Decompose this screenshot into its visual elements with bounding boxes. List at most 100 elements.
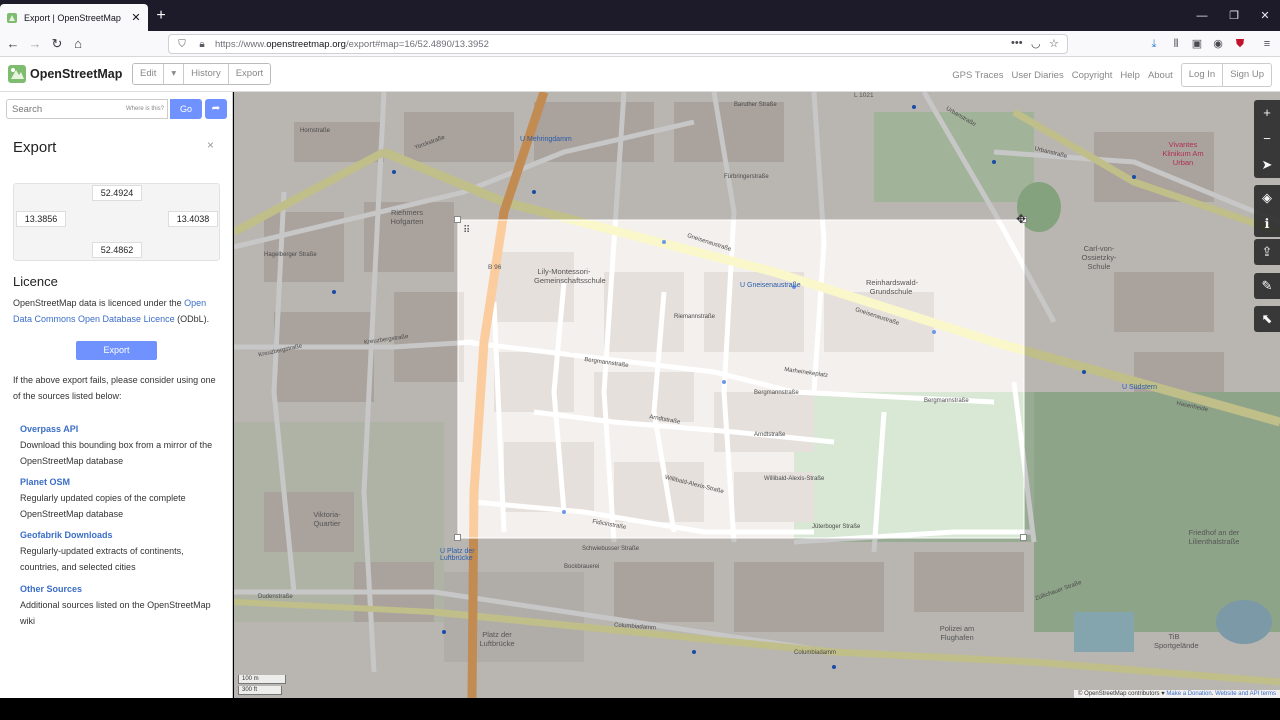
- south-coord-input[interactable]: 52.4862: [92, 242, 142, 258]
- add-note-icon[interactable]: ✎: [1254, 273, 1280, 299]
- zoom-out-icon[interactable]: −: [1254, 126, 1280, 152]
- browser-tab[interactable]: Export | OpenStreetMap ✕: [0, 4, 148, 31]
- tab-close-icon[interactable]: ✕: [130, 11, 142, 24]
- road-number-label: L 1021: [854, 92, 874, 99]
- map-view[interactable]: ⠿ ✥ U Mehringdamm U Gneisenaustraße U Sü…: [234, 92, 1280, 698]
- window-close-icon[interactable]: ✕: [1250, 7, 1280, 25]
- overpass-api-link[interactable]: Overpass API: [20, 424, 78, 434]
- where-is-this-link[interactable]: Where is this?: [126, 106, 164, 112]
- terms-link[interactable]: Website and API terms: [1215, 691, 1276, 697]
- auth-buttons: Log In Sign Up: [1180, 63, 1272, 87]
- donate-link[interactable]: Make a Donation: [1166, 691, 1211, 697]
- sidebar-close-icon[interactable]: ×: [207, 138, 214, 152]
- query-features-icon[interactable]: ⬉: [1254, 306, 1280, 332]
- page-actions-icon[interactable]: •••: [1011, 37, 1023, 49]
- other-sources-desc: Additional sources listed on the OpenStr…: [20, 600, 211, 626]
- reload-icon[interactable]: ↻: [47, 34, 67, 54]
- lock-icon[interactable]: 🔒︎: [195, 37, 209, 51]
- zoom-in-icon[interactable]: +: [1254, 100, 1280, 126]
- osm-logo-text: OpenStreetMap: [30, 67, 123, 81]
- osm-favicon-icon: [7, 12, 17, 23]
- export-tab-button[interactable]: Export: [228, 64, 271, 84]
- minimize-icon[interactable]: —: [1187, 7, 1217, 25]
- pocket-icon[interactable]: ◡: [1031, 37, 1041, 50]
- planet-osm-link[interactable]: Planet OSM: [20, 477, 70, 487]
- screen: Export | OpenStreetMap ✕ + — ❐ ✕ ← → ↻ ⌂…: [0, 0, 1280, 720]
- station-label: U Platz der Luftbrücke: [440, 548, 475, 562]
- place-label: Platz der Luftbrücke: [479, 630, 515, 648]
- selection-handle-sw[interactable]: [454, 534, 461, 541]
- tab-title: Export | OpenStreetMap: [24, 12, 121, 23]
- selection-handle-se[interactable]: [1020, 534, 1027, 541]
- directions-icon[interactable]: ➦: [205, 99, 227, 119]
- extension-icon[interactable]: ⛊: [1232, 36, 1248, 52]
- osm-logo[interactable]: OpenStreetMap: [8, 65, 122, 83]
- bounding-box-panel: 52.4924 13.3856 13.4038 52.4862: [13, 183, 220, 261]
- back-icon[interactable]: ←: [3, 34, 23, 54]
- licence-text: OpenStreetMap data is licenced under the…: [13, 298, 210, 324]
- drag-grip-icon[interactable]: ⠿: [463, 225, 470, 236]
- other-sources-link[interactable]: Other Sources: [20, 584, 82, 594]
- go-button[interactable]: Go: [170, 99, 202, 119]
- street-label: Hagelberger Straße: [264, 252, 317, 258]
- east-coord-input[interactable]: 13.4038: [168, 211, 218, 227]
- place-label: Vivantes Klinikum Am Urban: [1162, 140, 1204, 167]
- search-input[interactable]: Search Where is this?: [6, 99, 168, 119]
- home-icon[interactable]: ⌂: [68, 34, 88, 54]
- query-controls: ⬉: [1254, 306, 1280, 332]
- osm-logo-icon: [8, 65, 26, 83]
- account-icon[interactable]: ◉: [1210, 36, 1226, 52]
- place-label: Reinhardswald-Grundschule: [866, 278, 919, 296]
- export-button[interactable]: Export: [76, 341, 157, 360]
- maximize-icon[interactable]: ❐: [1219, 7, 1249, 25]
- move-cursor-icon: ✥: [1016, 212, 1027, 226]
- history-button[interactable]: History: [184, 64, 229, 84]
- west-coord-input[interactable]: 13.3856: [16, 211, 66, 227]
- street-label: Arndtstraße: [754, 432, 786, 438]
- locate-icon[interactable]: ➤: [1254, 152, 1280, 178]
- new-tab-icon[interactable]: +: [152, 6, 170, 26]
- geofabrik-desc: Regularly-updated extracts of continents…: [20, 546, 184, 572]
- street-label: Schwiebusser Straße: [582, 546, 640, 552]
- street-label: Jüterboger Straße: [812, 524, 861, 530]
- copyright-link[interactable]: Copyright: [1072, 70, 1113, 81]
- forward-icon[interactable]: →: [25, 34, 45, 54]
- scale-bar-imperial: 300 ft: [238, 686, 282, 695]
- share-icon[interactable]: ⇪: [1254, 239, 1280, 265]
- place-label: Riehmers Hofgarten: [390, 208, 424, 226]
- place-label: Viktoria-Quartier: [313, 510, 341, 528]
- north-coord-input[interactable]: 52.4924: [92, 185, 142, 201]
- street-label: Fürbringerstraße: [724, 174, 769, 180]
- search-row: Search Where is this? Go ➦: [6, 99, 227, 119]
- bookmark-star-icon[interactable]: ☆: [1049, 37, 1059, 50]
- menu-icon[interactable]: ≡: [1259, 36, 1275, 52]
- signup-button[interactable]: Sign Up: [1223, 64, 1271, 86]
- geofabrik-link[interactable]: Geofabrik Downloads: [20, 530, 113, 540]
- edit-dropdown-icon[interactable]: ▾: [164, 64, 185, 84]
- street-label: Dudenstraße: [258, 594, 293, 600]
- osm-header: OpenStreetMap Edit ▾ History Export GPS …: [0, 57, 1280, 92]
- shield-icon[interactable]: ⛉: [175, 37, 189, 51]
- address-bar[interactable]: ⛉ 🔒︎ https://www.openstreetmap.org/expor…: [168, 34, 1068, 54]
- user-diaries-link[interactable]: User Diaries: [1011, 70, 1063, 81]
- layers-icon[interactable]: ◈: [1254, 185, 1280, 211]
- help-link[interactable]: Help: [1120, 70, 1140, 81]
- library-icon[interactable]: ⫴: [1168, 36, 1184, 52]
- street-label: Riemannstraße: [674, 314, 716, 320]
- edit-button-group: Edit ▾ History Export: [132, 63, 272, 85]
- selection-handle-nw[interactable]: [454, 216, 461, 223]
- street-label: Willibald-Alexis-Straße: [764, 476, 825, 482]
- gps-traces-link[interactable]: GPS Traces: [952, 70, 1003, 81]
- login-button[interactable]: Log In: [1182, 64, 1224, 86]
- legend-info-icon[interactable]: ℹ: [1254, 211, 1280, 237]
- about-link[interactable]: About: [1148, 70, 1173, 81]
- street-label: Bergmannstraße: [754, 390, 799, 396]
- top-links: GPS Traces User Diaries Copyright Help A…: [944, 63, 1272, 87]
- sidebar-icon[interactable]: ▣: [1189, 36, 1205, 52]
- edit-button[interactable]: Edit: [133, 64, 165, 84]
- browser-tab-bar: Export | OpenStreetMap ✕ + — ❐ ✕: [0, 0, 1280, 31]
- screen-bottom-bar: [0, 698, 1280, 720]
- licence-heading: Licence: [13, 274, 58, 289]
- downloads-icon[interactable]: ⤓: [1146, 36, 1162, 52]
- place-label: Carl-von-Ossietzky-Schule: [1081, 244, 1117, 271]
